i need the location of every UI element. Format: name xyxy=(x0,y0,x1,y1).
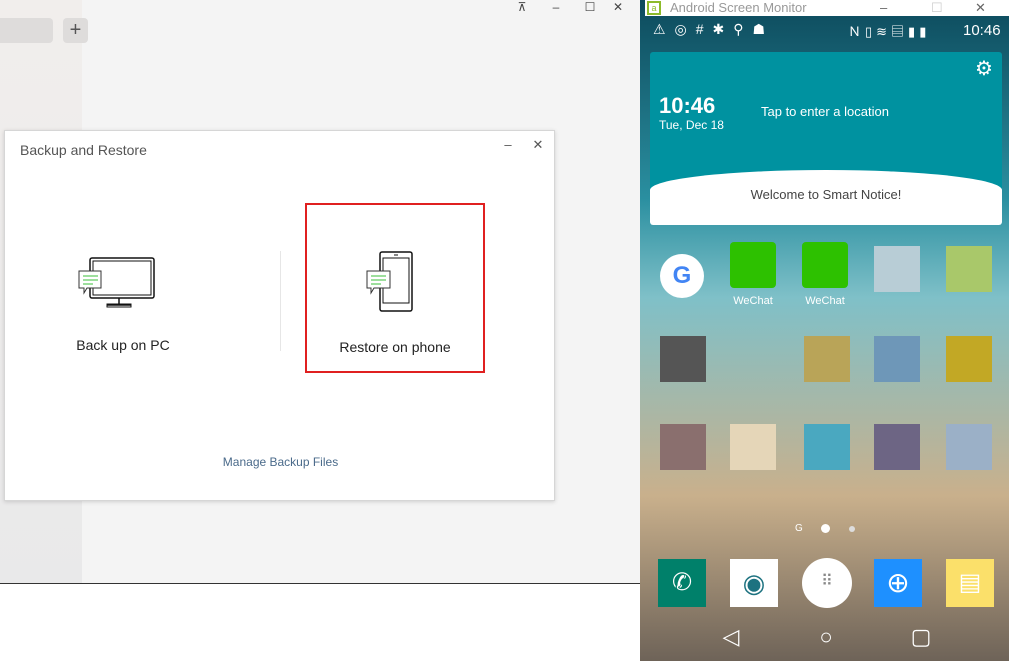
blurred-app-icon[interactable] xyxy=(660,424,706,470)
settings-icon[interactable]: ⚙ xyxy=(975,56,993,81)
page-dot[interactable] xyxy=(849,526,855,532)
widget-time: 10:46 xyxy=(659,93,716,118)
wechat-app-icon[interactable] xyxy=(802,242,848,288)
blurred-app-icon[interactable] xyxy=(946,246,992,292)
browser-app-icon[interactable]: ⊕ xyxy=(874,559,922,607)
blurred-app-icon[interactable] xyxy=(946,424,992,470)
blurred-app-icon[interactable] xyxy=(660,336,706,382)
monitor-title-bar: a Android Screen Monitor – ☐ ✕ xyxy=(645,0,1009,16)
blurred-app-icon[interactable] xyxy=(804,336,850,382)
close-button[interactable]: ✕ xyxy=(529,137,547,155)
monitor-chat-icon xyxy=(78,257,155,308)
google-app-icon[interactable]: G xyxy=(660,254,704,298)
apps-drawer-icon[interactable]: ⠿ xyxy=(802,558,852,608)
wechat-label: WeChat xyxy=(805,295,845,307)
recents-button[interactable]: ▢ xyxy=(906,624,936,650)
manage-backup-files-link[interactable]: Manage Backup Files xyxy=(5,455,556,469)
welcome-message: Welcome to Smart Notice! xyxy=(650,170,1002,225)
blurred-app-icon[interactable] xyxy=(874,246,920,292)
blurred-app-icon[interactable] xyxy=(730,424,776,470)
location-prompt[interactable]: Tap to enter a location xyxy=(761,104,889,119)
phone-app-icon[interactable]: ✆ xyxy=(658,559,706,607)
phone-chat-icon xyxy=(366,251,413,312)
blurred-app-icon[interactable] xyxy=(804,424,850,470)
restore-on-phone-option[interactable]: Restore on phone xyxy=(305,203,485,373)
add-button[interactable]: + xyxy=(63,18,88,43)
page-dot-active[interactable] xyxy=(821,524,830,533)
blurred-app-icon[interactable] xyxy=(946,336,992,382)
maximize-icon[interactable]: ☐ xyxy=(931,0,943,16)
monitor-title: Android Screen Monitor xyxy=(670,0,807,15)
blurred-app-icon[interactable] xyxy=(874,424,920,470)
minimize-icon[interactable]: – xyxy=(880,0,887,15)
app-icon: a xyxy=(647,1,661,15)
home-button[interactable]: ○ xyxy=(811,624,841,650)
status-bar: ⚠◎#✱⚲☗ Ｎ▯≋▤▮▮ 10:46 xyxy=(645,16,1004,47)
minimize-icon[interactable]: – xyxy=(546,0,566,16)
pin-icon[interactable]: ⊼ xyxy=(512,0,532,16)
status-time: 10:46 xyxy=(963,22,1001,39)
bottom-panel xyxy=(0,583,640,661)
backup-on-pc-option[interactable]: Back up on PC xyxy=(33,203,213,373)
status-right-icons: Ｎ▯≋▤▮▮ xyxy=(848,24,931,39)
backup-restore-dialog: Backup and Restore – ✕ Back up on PC Res… xyxy=(4,130,555,501)
close-icon[interactable]: ✕ xyxy=(608,0,628,16)
wechat-label: WeChat xyxy=(733,295,773,307)
widget-date: Tue, Dec 18 xyxy=(659,118,724,132)
blurred-app-icon[interactable] xyxy=(874,336,920,382)
back-button[interactable]: ◁ xyxy=(716,624,746,650)
memo-app-icon[interactable]: ▤ xyxy=(946,559,994,607)
divider xyxy=(280,251,281,351)
smart-notice-widget[interactable]: ⚙ 10:46 Tue, Dec 18 Tap to enter a locat… xyxy=(650,52,1002,225)
status-left-icons: ⚠◎#✱⚲☗ xyxy=(653,21,775,37)
google-page-indicator: G xyxy=(795,523,803,534)
close-icon[interactable]: ✕ xyxy=(975,0,986,16)
contacts-app-icon[interactable]: ◉ xyxy=(730,559,778,607)
maximize-icon[interactable]: ☐ xyxy=(580,0,600,16)
restore-on-phone-label: Restore on phone xyxy=(339,339,451,355)
dialog-title: Backup and Restore xyxy=(20,142,147,158)
backup-on-pc-label: Back up on PC xyxy=(76,337,170,353)
wechat-app-icon[interactable] xyxy=(730,242,776,288)
android-screen-monitor: a Android Screen Monitor – ☐ ✕ ⚠◎#✱⚲☗ Ｎ▯… xyxy=(640,0,1009,661)
minimize-button[interactable]: – xyxy=(499,137,517,155)
search-input[interactable] xyxy=(0,18,53,43)
